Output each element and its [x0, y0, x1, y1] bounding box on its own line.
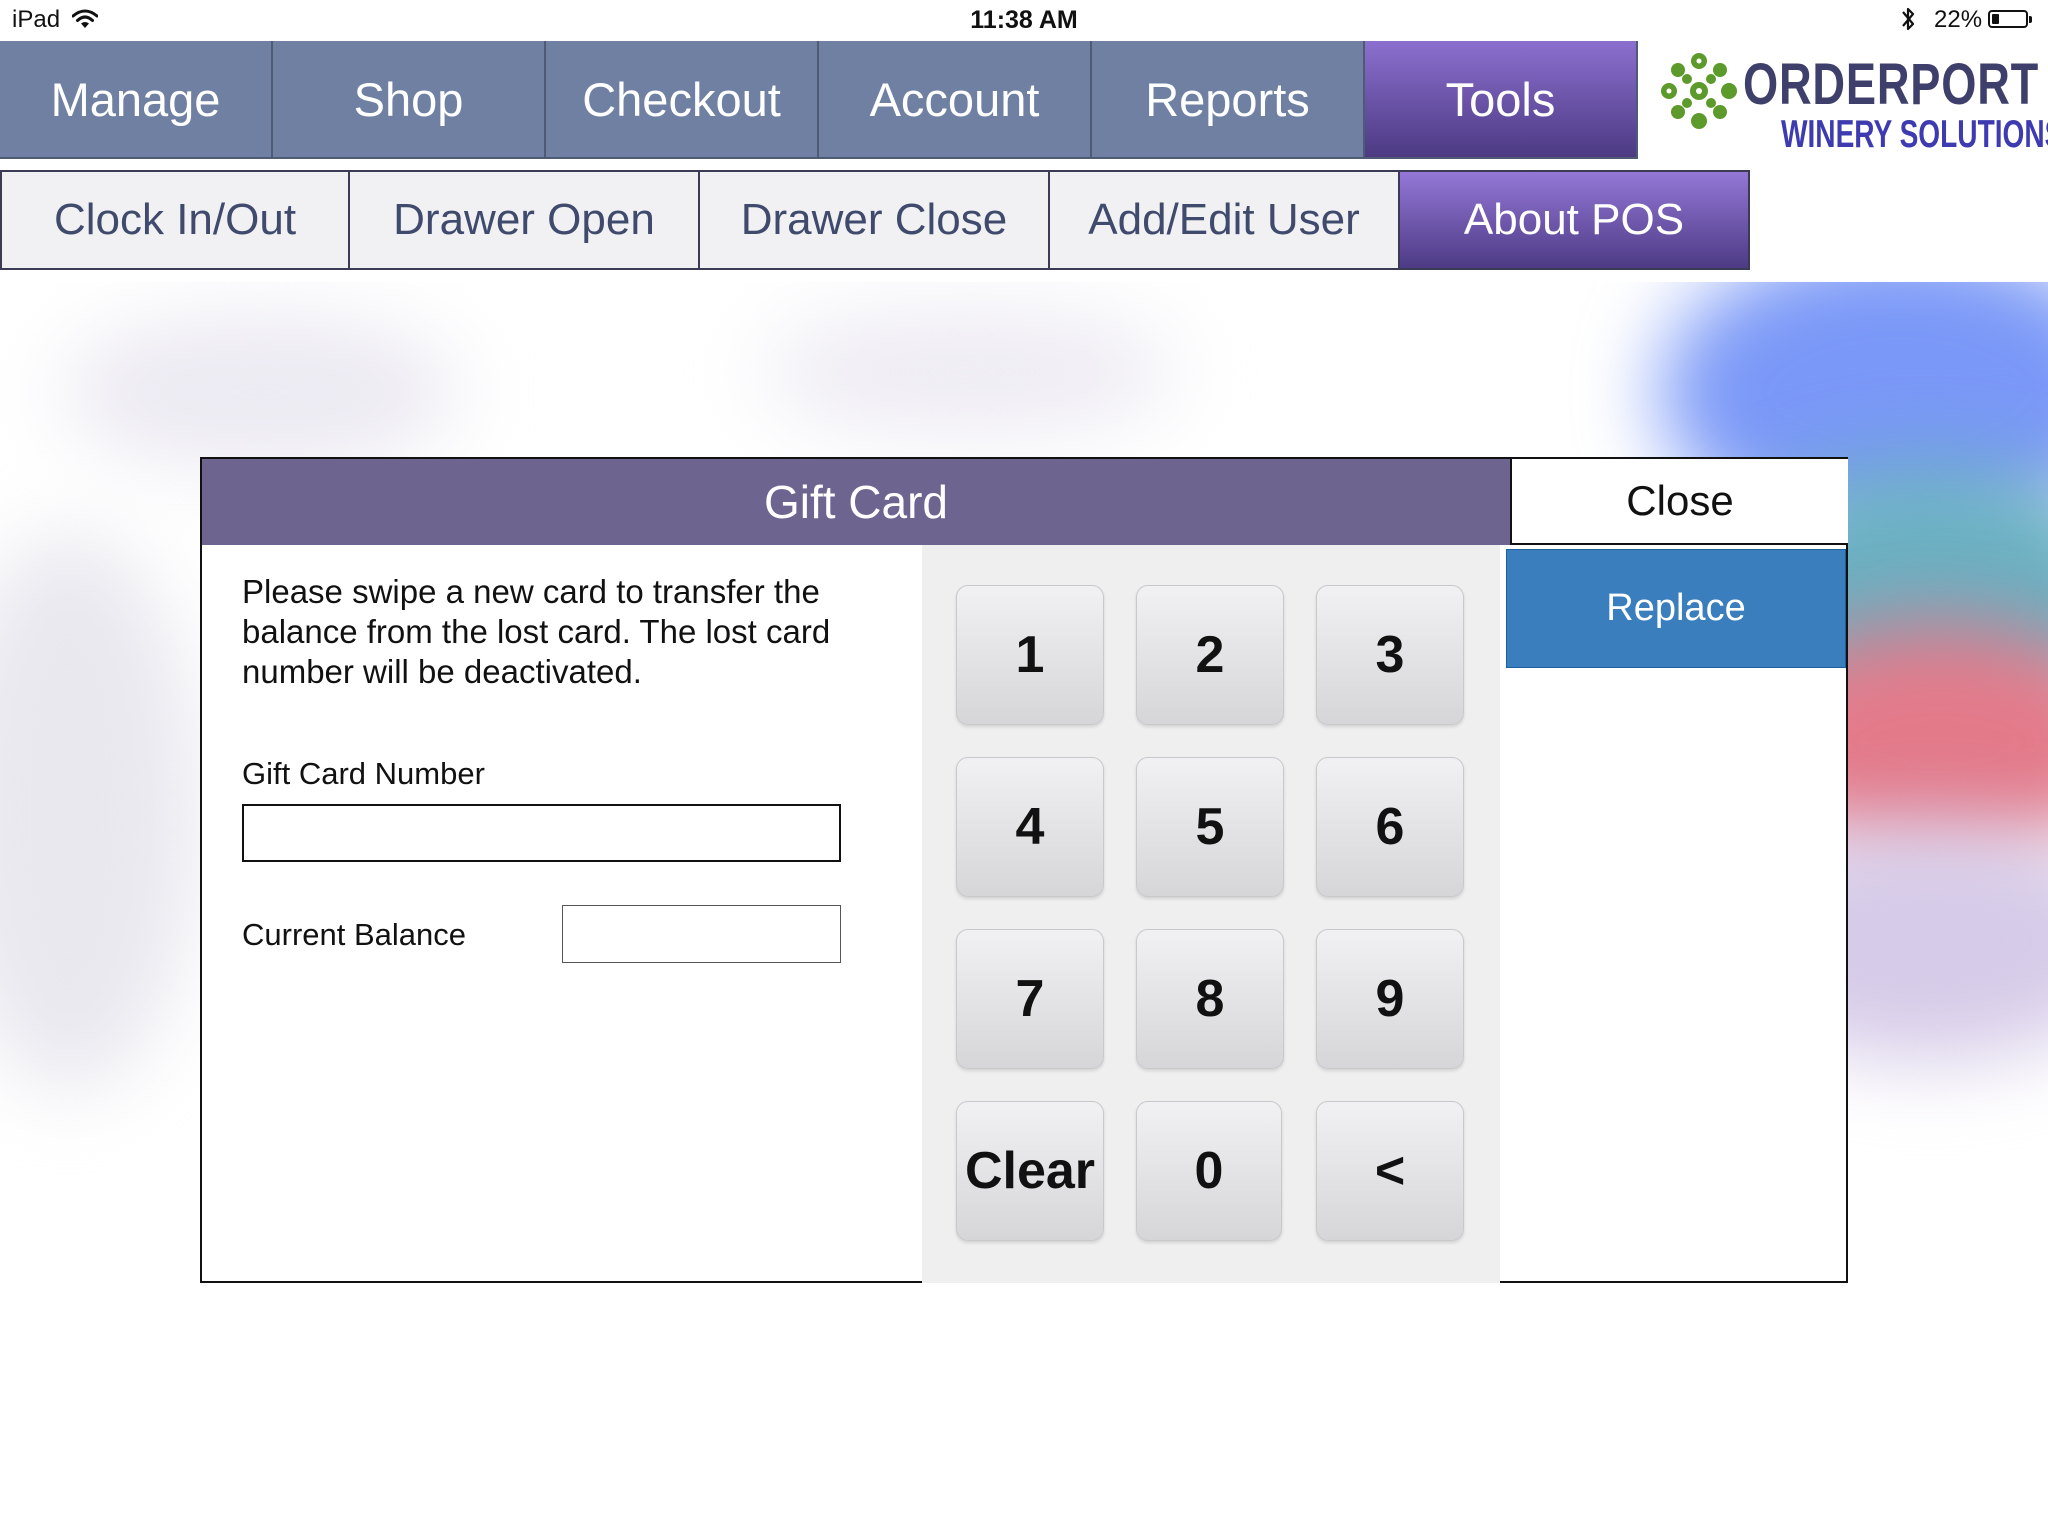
brand-name: ORDERPORT — [1743, 52, 2040, 117]
status-bar: iPad 11:38 AM 22% — [0, 0, 2048, 40]
close-button[interactable]: Close — [1510, 459, 1848, 545]
battery-level — [1992, 14, 1999, 24]
backdrop-blob — [60, 312, 460, 472]
current-balance-input[interactable] — [562, 905, 841, 963]
tab-checkout[interactable]: Checkout — [546, 41, 819, 159]
clock: 11:38 AM — [970, 6, 1078, 34]
gift-card-number-label: Gift Card Number — [242, 756, 485, 791]
replace-button[interactable]: Replace — [1506, 549, 1846, 668]
subnav-add-edit-user[interactable]: Add/Edit User — [1050, 170, 1400, 270]
subnav-drawer-open[interactable]: Drawer Open — [350, 170, 700, 270]
key-8[interactable]: 8 — [1136, 929, 1284, 1069]
key-1[interactable]: 1 — [956, 585, 1104, 725]
key-5[interactable]: 5 — [1136, 757, 1284, 897]
subnav-drawer-close[interactable]: Drawer Close — [700, 170, 1050, 270]
tab-shop[interactable]: Shop — [273, 41, 546, 159]
key-0[interactable]: 0 — [1136, 1101, 1282, 1241]
grape-cluster-logo-icon — [1661, 53, 1737, 129]
gift-card-number-input[interactable] — [242, 804, 841, 862]
main-nav: Manage Shop Checkout Account Reports Too… — [0, 41, 1638, 159]
backdrop-blob — [0, 532, 200, 1092]
key-clear[interactable]: Clear — [956, 1101, 1104, 1241]
tab-account[interactable]: Account — [819, 41, 1092, 159]
key-2[interactable]: 2 — [1136, 585, 1284, 725]
key-7[interactable]: 7 — [956, 929, 1104, 1069]
dialog-title: Gift Card — [202, 459, 1510, 545]
tab-reports[interactable]: Reports — [1092, 41, 1365, 159]
battery-percent: 22% — [1934, 6, 1983, 33]
subnav-about-pos[interactable]: About POS — [1400, 170, 1750, 270]
brand-logo: ORDERPORT WINERY SOLUTIONS — [1643, 41, 2048, 159]
key-4[interactable]: 4 — [956, 757, 1104, 897]
keypad: 1 2 3 4 5 6 7 8 9 Clear 0 < — [922, 545, 1500, 1283]
current-balance-label: Current Balance — [242, 917, 467, 952]
backdrop-blob — [760, 302, 1180, 442]
key-backspace[interactable]: < — [1316, 1101, 1464, 1241]
key-6[interactable]: 6 — [1316, 757, 1464, 897]
battery-icon — [1988, 10, 2032, 28]
gift-card-dialog: Gift Card Close Replace Please swipe a n… — [200, 457, 1848, 1283]
tab-manage[interactable]: Manage — [0, 41, 273, 159]
bluetooth-icon — [1902, 7, 1915, 31]
brand-tagline: WINERY SOLUTIONS — [1781, 113, 2048, 156]
key-3[interactable]: 3 — [1316, 585, 1464, 725]
key-9[interactable]: 9 — [1316, 929, 1464, 1069]
subnav-clock-in-out[interactable]: Clock In/Out — [0, 170, 350, 270]
sub-nav: Clock In/Out Drawer Open Drawer Close Ad… — [0, 170, 1750, 270]
tab-tools[interactable]: Tools — [1365, 41, 1638, 159]
instructions-text: Please swipe a new card to transfer the … — [242, 573, 831, 690]
